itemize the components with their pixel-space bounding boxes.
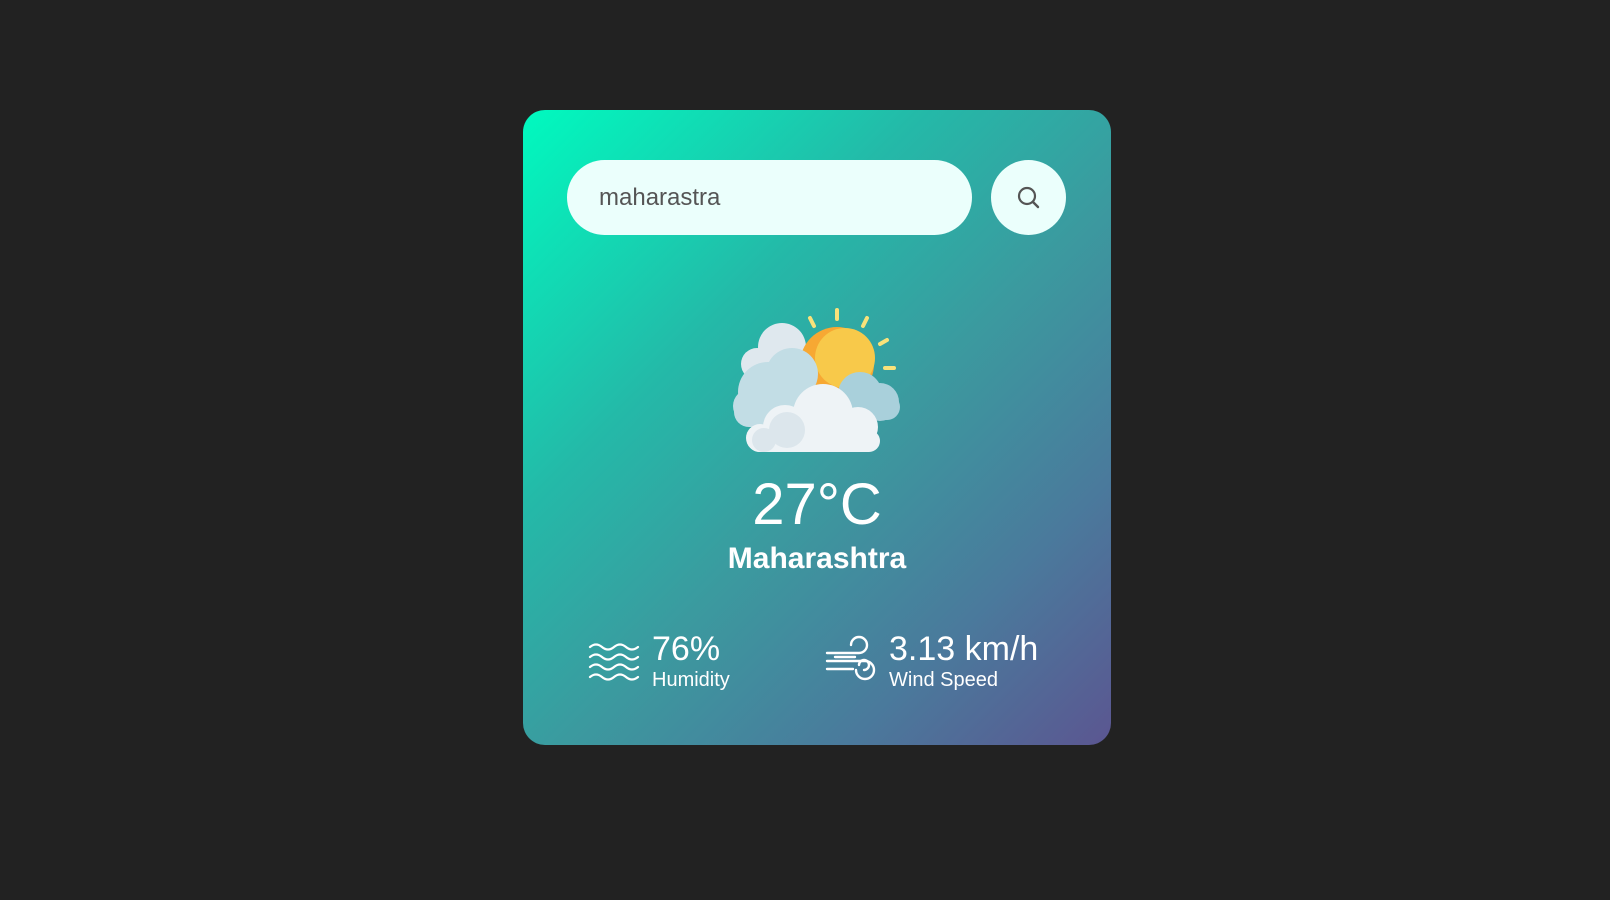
humidity-waves-icon: [588, 643, 640, 681]
city-name: Maharashtra: [727, 542, 907, 575]
humidity-detail: 76% Humidity: [588, 632, 730, 690]
search-button[interactable]: [991, 160, 1066, 235]
wind-detail: 3.13 km/h Wind Speed: [825, 632, 1038, 690]
wind-value: 3.13 km/h: [889, 630, 1039, 668]
humidity-value: 76%: [652, 630, 721, 668]
search-bar: [567, 160, 1067, 235]
partly-cloudy-icon: [733, 308, 900, 452]
weather-card: 27°C Maharashtra 76% Humidity: [523, 110, 1111, 745]
wind-icon: [825, 635, 876, 681]
wind-label: Wind Speed: [889, 669, 998, 691]
search-icon: [1017, 186, 1039, 208]
temperature: 27°C: [752, 472, 882, 537]
humidity-label: Humidity: [652, 669, 730, 691]
search-input[interactable]: [567, 160, 972, 235]
